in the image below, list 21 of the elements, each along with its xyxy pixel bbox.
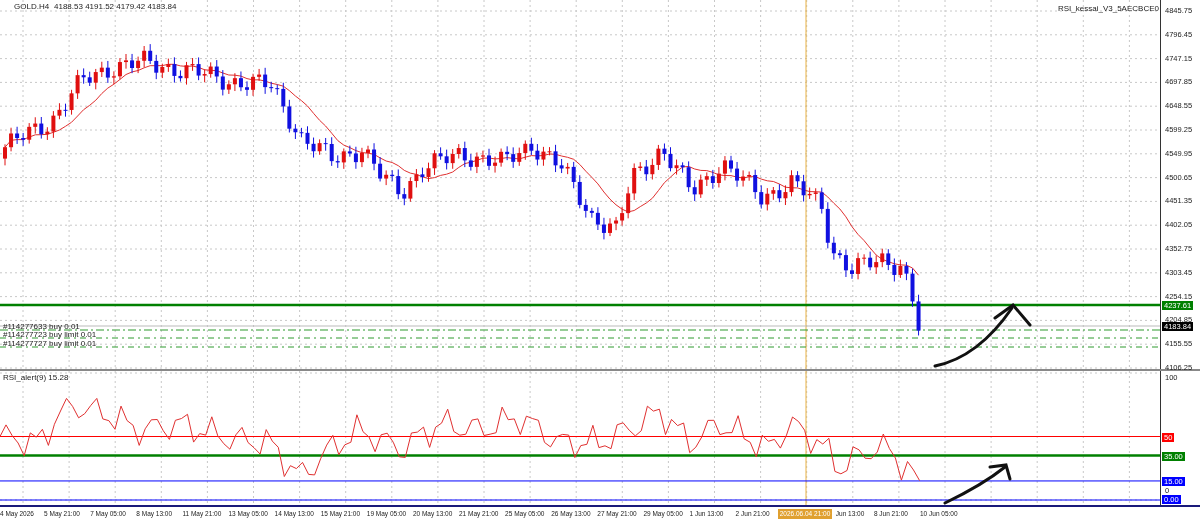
expert-name: RSI_kessai_V3_5AECBCE0 <box>1058 4 1159 14</box>
order-label: #114277723 buy limit 0.01 <box>3 330 97 340</box>
candlestick <box>245 80 249 97</box>
candlestick <box>487 148 491 171</box>
symbol-caption: GOLD.H4 <box>14 2 50 12</box>
order-label: #114277633 buy 0.01 <box>3 322 80 331</box>
horizontal-level-line[interactable] <box>0 303 1160 307</box>
order-line[interactable] <box>0 337 1160 339</box>
candlestick <box>608 217 612 237</box>
candlestick <box>366 145 370 159</box>
arrow-annotation <box>943 463 1012 505</box>
candlestick <box>3 143 7 166</box>
order-label: #114277727 buy limit 0.01 <box>3 339 97 349</box>
candlestick <box>729 155 733 173</box>
order-line[interactable] <box>0 346 1160 348</box>
order-line[interactable] <box>0 329 1160 331</box>
ohlc-values: 4188.53 4191.52 4179.42 4183.84 <box>54 2 177 12</box>
candlestick <box>850 263 854 280</box>
candlestick <box>124 53 128 70</box>
vertical-time-line[interactable] <box>805 0 807 369</box>
indicator-caption: RSI_alert(9) 15.28 <box>3 373 69 383</box>
